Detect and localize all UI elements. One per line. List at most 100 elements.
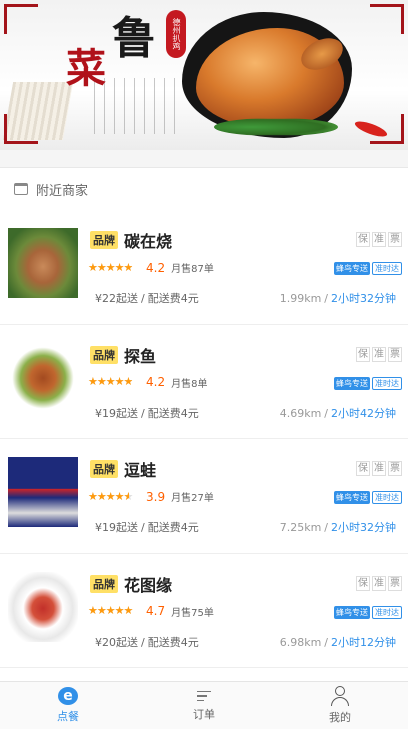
merchant-name: 逗蛙 xyxy=(124,461,157,481)
banner-seal: 德州扒鸡 xyxy=(166,10,186,58)
fee-separator: / xyxy=(141,521,145,535)
brand-tag: 品牌 xyxy=(90,574,118,593)
tab-label-orders: 订单 xyxy=(193,708,215,721)
rating-score: 3.9 xyxy=(146,489,166,504)
merchant-thumbnail xyxy=(8,571,78,642)
fengniao-delivery-badge: 蜂鸟专送 xyxy=(334,491,370,505)
min-order: ¥19起送 xyxy=(95,406,138,420)
delivery-fee: 配送费4元 xyxy=(147,406,199,420)
service-tag: 准 xyxy=(372,346,386,362)
tab-orders[interactable]: 订单 xyxy=(136,682,272,729)
rating-stars: ★★★★★ ★★★★★ xyxy=(88,604,133,618)
brand-tag: 品牌 xyxy=(90,345,118,364)
rating-score: 4.2 xyxy=(146,260,166,275)
list-icon xyxy=(197,689,211,703)
merchant-item[interactable]: 品牌 探鱼 保准票 ★★★★★ ★★★★★ 4.2 月售8单 蜂鸟专送 准时达 ¥… xyxy=(0,325,408,440)
service-tag: 保 xyxy=(356,575,370,591)
service-tag: 票 xyxy=(388,346,402,362)
distance-time: 6.98km/2小时12分钟 xyxy=(280,634,396,650)
service-tag: 准 xyxy=(372,575,386,591)
service-tags: 保准票 xyxy=(354,232,402,247)
on-time-badge: 准时达 xyxy=(372,262,402,275)
fee-info: ¥22起送 / 配送费4元 xyxy=(95,290,199,306)
monthly-sales: 月售87单 xyxy=(171,264,214,275)
delivery-time: 2小时32分钟 xyxy=(331,521,396,535)
fengniao-delivery-badge: 蜂鸟专送 xyxy=(334,605,370,619)
delivery-fee: 配送费4元 xyxy=(147,292,199,305)
service-tag: 准 xyxy=(372,232,386,247)
distance-separator: / xyxy=(324,292,328,305)
service-tags: 保准票 xyxy=(354,346,402,362)
merchant-thumbnail xyxy=(8,342,78,413)
fee-separator: / xyxy=(141,406,145,420)
delivery-time: 2小时32分钟 xyxy=(331,292,396,305)
merchant-list: 品牌 碳在烧 保准票 ★★★★★ ★★★★★ 4.2 月售87单 蜂鸟专送 准时达… xyxy=(0,210,408,669)
distance-separator: / xyxy=(324,406,328,420)
monthly-sales: 月售75单 xyxy=(171,607,214,619)
merchant-name: 花图缘 xyxy=(124,575,173,595)
merchant-thumbnail xyxy=(8,457,78,528)
distance: 7.25km xyxy=(279,521,322,535)
service-tag: 票 xyxy=(388,575,402,591)
tab-order-food[interactable]: e 点餐 xyxy=(0,682,136,729)
delivery-badges: 蜂鸟专送 准时达 xyxy=(334,491,402,505)
corner-ornament-icon xyxy=(370,4,404,34)
merchant-item[interactable]: 品牌 逗蛙 保准票 ★★★★★ ★★★★★ 3.9 月售27单 蜂鸟专送 准时达 … xyxy=(0,439,408,554)
brand-tag: 品牌 xyxy=(90,460,118,479)
tab-profile[interactable]: 我的 xyxy=(272,682,408,729)
service-tag: 保 xyxy=(356,461,370,477)
min-order: ¥20起送 xyxy=(95,635,138,649)
rating-row: ★★★★★ ★★★★★ 4.2 月售8单 xyxy=(88,375,207,390)
section-title: 附近商家 xyxy=(36,183,89,199)
banner-title-lu: 鲁 xyxy=(112,13,156,64)
rating-stars: ★★★★★ ★★★★★ xyxy=(88,260,133,274)
fee-info: ¥19起送 / 配送费4元 xyxy=(95,519,199,535)
distance-separator: / xyxy=(324,635,328,649)
merchant-name-row: 品牌 花图缘 xyxy=(90,572,172,596)
delivery-badges: 蜂鸟专送 准时达 xyxy=(334,376,402,390)
rating-stars: ★★★★★ ★★★★★ xyxy=(88,489,133,503)
service-tag: 准 xyxy=(372,461,386,477)
corner-ornament-icon xyxy=(4,4,38,34)
rating-row: ★★★★★ ★★★★★ 3.9 月售27单 xyxy=(88,489,214,505)
fee-info: ¥19起送 / 配送费4元 xyxy=(95,405,199,421)
delivery-time: 2小时42分钟 xyxy=(331,406,396,420)
rating-score: 4.7 xyxy=(146,604,166,619)
rating-row: ★★★★★ ★★★★★ 4.7 月售75单 xyxy=(88,604,214,619)
service-tag: 保 xyxy=(356,232,370,247)
merchant-item[interactable]: 品牌 碳在烧 保准票 ★★★★★ ★★★★★ 4.2 月售87单 蜂鸟专送 准时达… xyxy=(0,210,408,325)
fee-separator: / xyxy=(141,292,145,305)
tab-label-order-food: 点餐 xyxy=(57,710,79,723)
distance: 4.69km xyxy=(279,406,322,420)
tab-label-profile: 我的 xyxy=(329,711,351,724)
min-order: ¥19起送 xyxy=(95,521,138,535)
delivery-badges: 蜂鸟专送 准时达 xyxy=(334,605,402,619)
fee-separator: / xyxy=(141,635,145,649)
rating-row: ★★★★★ ★★★★★ 4.2 月售87单 xyxy=(88,260,214,276)
on-time-badge: 准时达 xyxy=(372,605,402,619)
banner-image[interactable]: 鲁 菜 德州扒鸡 xyxy=(0,0,408,150)
service-tag: 票 xyxy=(388,461,402,477)
service-tag: 保 xyxy=(356,346,370,362)
distance-time: 7.25km/2小时32分钟 xyxy=(280,519,396,535)
service-tag: 票 xyxy=(388,232,402,247)
brand-tag: 品牌 xyxy=(90,231,118,249)
fee-info: ¥20起送 / 配送费4元 xyxy=(95,634,199,650)
distance: 6.98km xyxy=(279,635,322,649)
merchant-name: 探鱼 xyxy=(124,346,157,366)
user-icon xyxy=(330,686,350,706)
bottom-tab-bar: e 点餐 订单 我的 xyxy=(0,681,408,729)
min-order: ¥22起送 xyxy=(95,292,138,305)
distance-time: 4.69km/2小时42分钟 xyxy=(280,405,396,421)
on-time-badge: 准时达 xyxy=(372,491,402,505)
garnish-greens xyxy=(214,118,338,136)
monthly-sales: 月售27单 xyxy=(171,493,214,505)
rating-stars: ★★★★★ ★★★★★ xyxy=(88,375,133,389)
merchant-item[interactable]: 品牌 花图缘 保准票 ★★★★★ ★★★★★ 4.7 月售75单 蜂鸟专送 准时达… xyxy=(0,554,408,669)
corner-ornament-icon xyxy=(4,114,38,144)
fengniao-delivery-badge: 蜂鸟专送 xyxy=(334,262,370,275)
merchant-name-row: 品牌 碳在烧 xyxy=(90,228,172,252)
fengniao-delivery-badge: 蜂鸟专送 xyxy=(334,376,370,390)
delivery-fee: 配送费4元 xyxy=(147,521,199,535)
shop-icon xyxy=(14,183,28,195)
